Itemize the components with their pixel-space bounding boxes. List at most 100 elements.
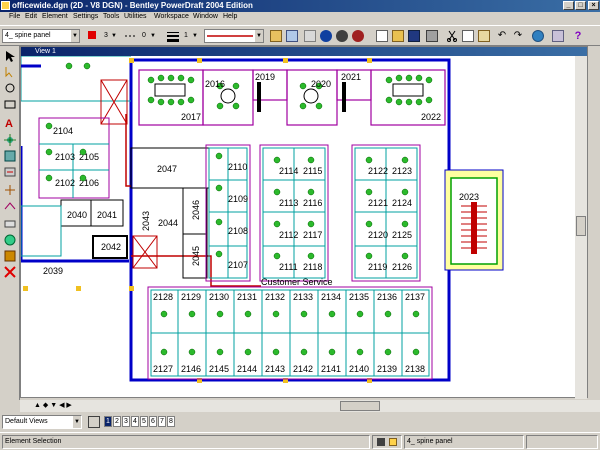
move-icon[interactable] xyxy=(4,184,16,196)
room-label: 2116 xyxy=(303,198,322,208)
minimize-button[interactable]: _ xyxy=(563,1,574,10)
lock-icon[interactable] xyxy=(377,438,385,446)
menu-help[interactable]: Help xyxy=(223,13,237,20)
vertical-scroll-thumb[interactable] xyxy=(576,216,586,236)
line-style-combo[interactable] xyxy=(124,29,138,43)
render-icon[interactable] xyxy=(352,30,364,42)
room-label: 2123 xyxy=(392,166,412,176)
chevron-down-icon[interactable]: ▼ xyxy=(71,30,79,42)
color-combo[interactable] xyxy=(86,29,98,43)
chevron-down-icon[interactable]: ▼ xyxy=(111,29,117,43)
globe-tool-icon[interactable] xyxy=(4,234,16,246)
menu-element[interactable]: Element xyxy=(42,13,68,20)
delete-icon[interactable] xyxy=(4,266,16,278)
copy-element-icon[interactable] xyxy=(4,166,16,178)
open-folder-icon[interactable] xyxy=(392,30,404,42)
line-preview-combo[interactable]: ▼ xyxy=(204,29,264,43)
menu-edit[interactable]: Edit xyxy=(25,13,37,20)
horizontal-scroll-thumb[interactable] xyxy=(340,401,380,411)
round-table xyxy=(303,88,319,104)
app-icon[interactable] xyxy=(1,1,10,10)
view-1-button[interactable]: 1 xyxy=(104,416,112,427)
room-label: 2022 xyxy=(421,112,441,122)
globe-icon[interactable] xyxy=(532,30,544,42)
element-selection-icon[interactable] xyxy=(4,50,16,62)
save-status-icon[interactable] xyxy=(389,438,397,446)
stair-2023 xyxy=(444,169,504,271)
upper-left-corridor xyxy=(21,56,131,102)
chairs-top xyxy=(147,74,433,110)
room-label: 2137 xyxy=(405,292,425,302)
text-icon[interactable]: A xyxy=(4,116,16,130)
modify-icon[interactable] xyxy=(4,200,16,212)
menu-utilities[interactable]: Utilities xyxy=(124,13,147,20)
rectangle-icon[interactable] xyxy=(4,98,16,110)
sphere-icon[interactable] xyxy=(336,30,348,42)
view-groups-combo[interactable]: Default Views ▼ xyxy=(2,415,82,429)
room-label: 2016 xyxy=(205,79,225,89)
view-control-icons[interactable]: ▲ ◆ ▼ ◀ ▶ xyxy=(34,401,72,409)
room-label: 2127 xyxy=(153,364,173,374)
level-combo[interactable]: 4_ spine panel ▼ xyxy=(2,29,80,43)
copy-icon[interactable] xyxy=(462,30,474,42)
chevron-down-icon[interactable]: ▼ xyxy=(73,416,81,428)
room-label: 2122 xyxy=(368,166,388,176)
menu-workspace[interactable]: Workspace xyxy=(154,13,189,20)
room-2039 xyxy=(21,205,62,257)
chevron-down-icon[interactable]: ▼ xyxy=(255,30,263,42)
new-file-icon[interactable] xyxy=(376,30,388,42)
attributes-toolbar: 4_ spine panel ▼ 3 ▼ 0 ▼ 1 ▼ ▼ ↶ ↷ ? xyxy=(0,25,600,46)
line-weight-combo[interactable] xyxy=(166,29,180,43)
lasso-icon[interactable] xyxy=(4,82,16,94)
maximize-button[interactable]: □ xyxy=(575,1,586,10)
print-icon[interactable] xyxy=(426,30,438,42)
view-groups-icon[interactable] xyxy=(88,416,100,428)
fence-icon[interactable] xyxy=(4,66,16,78)
window-title: officewide.dgn (2D - V8 DGN) - Bentley P… xyxy=(12,1,253,10)
main-tool-frame: A xyxy=(0,46,20,400)
paste-icon[interactable] xyxy=(478,30,490,42)
room-label: 2019 xyxy=(255,72,275,82)
chevron-down-icon[interactable]: ▼ xyxy=(150,29,156,43)
view-4-button[interactable]: 4 xyxy=(131,416,139,427)
view-5-button[interactable]: 5 xyxy=(140,416,148,427)
room-label: 2039 xyxy=(43,266,63,276)
save-icon[interactable] xyxy=(408,30,420,42)
cut-icon[interactable] xyxy=(446,30,458,42)
element-attributes-icon[interactable] xyxy=(304,30,316,42)
room-label: 2046 xyxy=(191,200,201,220)
redo-icon[interactable]: ↷ xyxy=(512,30,524,42)
view-tool-icon[interactable] xyxy=(4,250,16,262)
view-7-button[interactable]: 7 xyxy=(158,416,166,427)
info-icon[interactable] xyxy=(320,30,332,42)
room-label: 2021 xyxy=(341,72,361,82)
floor-plan-canvas[interactable]: 2017 2016 2019 2020 2021 2022 2039 2040 … xyxy=(21,56,575,399)
room-label: 2020 xyxy=(311,79,331,89)
menu-tools[interactable]: Tools xyxy=(103,13,119,20)
room-label: 2144 xyxy=(237,364,257,374)
view-8-button[interactable]: 8 xyxy=(167,416,175,427)
level-manager-icon[interactable] xyxy=(270,30,282,42)
cell-icon[interactable] xyxy=(4,134,16,146)
cubicle-chairs xyxy=(45,62,420,356)
stair-xbox xyxy=(132,235,158,269)
undo-icon[interactable]: ↶ xyxy=(496,30,508,42)
room-label: 2126 xyxy=(392,262,412,272)
menu-window[interactable]: Window xyxy=(193,13,218,20)
chevron-down-icon[interactable]: ▼ xyxy=(192,29,198,43)
room-label: 2119 xyxy=(368,262,387,272)
layers-icon[interactable] xyxy=(286,30,298,42)
project-explorer-icon[interactable] xyxy=(552,30,564,42)
vertical-scrollbar[interactable] xyxy=(575,56,587,399)
horizontal-scrollbar[interactable]: ▲ ◆ ▼ ◀ ▶ xyxy=(20,400,600,412)
menu-file[interactable]: File xyxy=(9,13,20,20)
measure-icon[interactable] xyxy=(4,218,16,230)
room-label: 2115 xyxy=(303,166,322,176)
menu-settings[interactable]: Settings xyxy=(73,13,98,20)
view-3-button[interactable]: 3 xyxy=(122,416,130,427)
view-2-button[interactable]: 2 xyxy=(113,416,121,427)
help-icon[interactable]: ? xyxy=(572,30,584,42)
dimension-icon[interactable] xyxy=(4,150,16,162)
close-button[interactable]: × xyxy=(588,1,599,10)
view-6-button[interactable]: 6 xyxy=(149,416,157,427)
